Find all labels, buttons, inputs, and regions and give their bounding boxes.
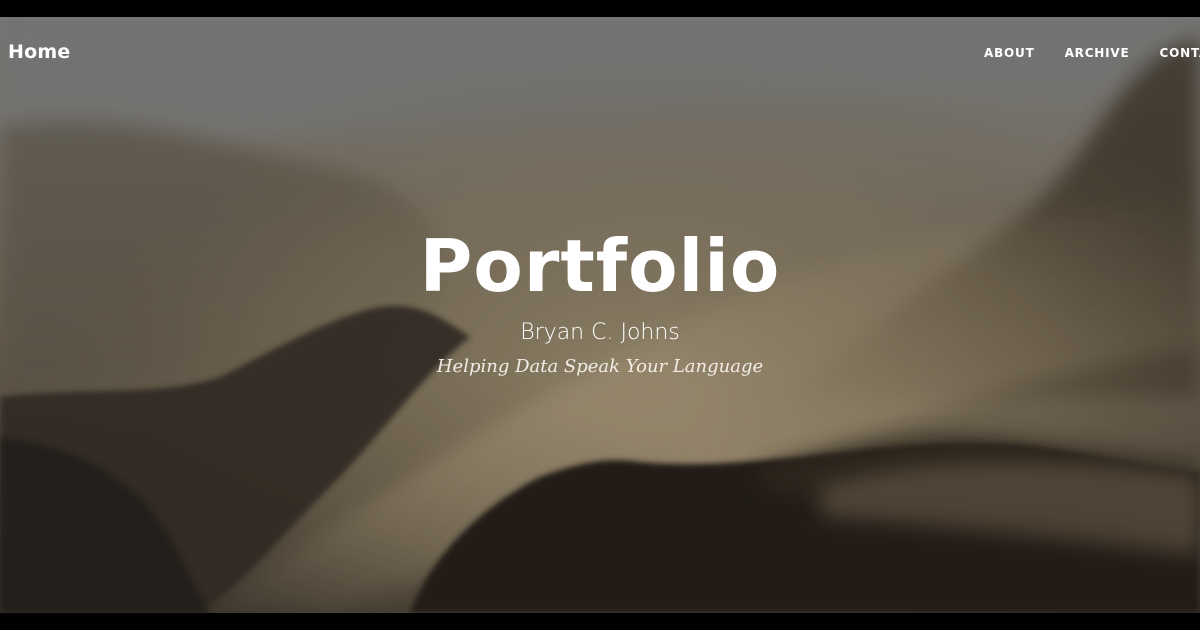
tagline: Helping Data Speak Your Language — [436, 356, 764, 377]
home-link[interactable]: Home — [8, 41, 70, 63]
page-title: Portfolio — [419, 224, 781, 308]
page-frame: Home ABOUT ARCHIVE CONTACT Portfolio Bry… — [0, 0, 1200, 630]
hero-header: Home ABOUT ARCHIVE CONTACT Portfolio Bry… — [0, 17, 1200, 613]
nav-contact-link[interactable]: CONTACT — [1160, 46, 1200, 60]
nav-links: ABOUT ARCHIVE CONTACT — [984, 46, 1200, 60]
site-heading: Portfolio Bryan C. Johns Helping Data Sp… — [0, 218, 1200, 381]
top-navbar: Home ABOUT ARCHIVE CONTACT — [0, 17, 1200, 91]
nav-about-link[interactable]: ABOUT — [984, 46, 1035, 60]
author-name: Bryan C. Johns — [520, 320, 680, 345]
nav-archive-link[interactable]: ARCHIVE — [1065, 46, 1130, 60]
